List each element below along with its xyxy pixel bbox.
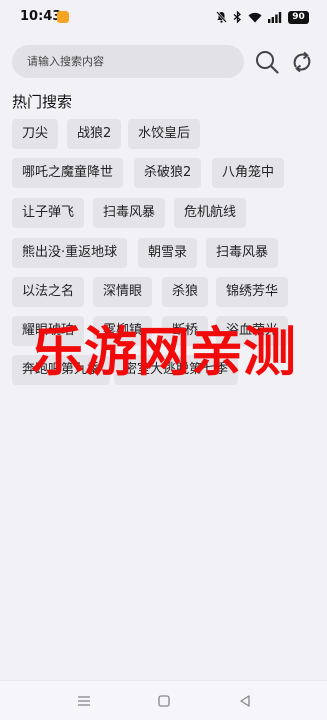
hot-search-item[interactable]: 哪吒之魔童降世	[12, 158, 124, 188]
search-row: 请输入搜索内容	[12, 45, 315, 78]
refresh-icon[interactable]	[290, 50, 314, 74]
hot-search-item[interactable]: 杀狼	[162, 277, 209, 307]
hot-search-title: 热门搜索	[12, 93, 73, 111]
status-icons: 90	[216, 9, 309, 25]
hot-search-item[interactable]: 杀破狼2	[134, 158, 202, 188]
hot-search-item[interactable]: 朝雪录	[138, 238, 198, 268]
cellular-signal-icon	[268, 12, 282, 23]
home-icon[interactable]	[157, 694, 171, 708]
hot-search-item[interactable]: 深情眼	[93, 277, 153, 307]
menu-icon[interactable]	[77, 694, 91, 708]
hot-search-item[interactable]: 锦绣芳华	[216, 277, 289, 307]
hot-search-item[interactable]: 以法之名	[12, 277, 85, 307]
hot-search-item[interactable]: 危机航线	[174, 198, 247, 228]
status-bar: 10:43 90	[0, 0, 327, 34]
wifi-icon	[248, 12, 262, 22]
hot-search-item[interactable]: 熊出没·重返地球	[12, 238, 128, 268]
hot-search-item[interactable]: 扫毒风暴	[93, 198, 166, 228]
hot-search-item[interactable]: 八角笼中	[212, 158, 285, 188]
system-nav-bar	[0, 680, 327, 720]
watermark-text: 乐游网亲测	[31, 322, 296, 383]
hot-search-item[interactable]: 扫毒风暴	[206, 238, 279, 268]
search-icon[interactable]	[255, 50, 279, 74]
search-input[interactable]: 请输入搜索内容	[12, 45, 244, 78]
status-time: 10:43	[20, 9, 62, 24]
hot-search-item[interactable]: 水饺皇后	[128, 119, 201, 149]
mute-icon	[216, 11, 227, 23]
notification-app-icon	[57, 11, 69, 23]
hot-search-item[interactable]: 让子弹飞	[12, 198, 85, 228]
hot-search-item[interactable]: 刀尖	[12, 119, 59, 149]
back-icon[interactable]	[238, 694, 252, 708]
bluetooth-icon	[233, 11, 241, 23]
battery-indicator: 90	[288, 10, 309, 24]
hot-search-item[interactable]: 战狼2	[67, 119, 122, 149]
